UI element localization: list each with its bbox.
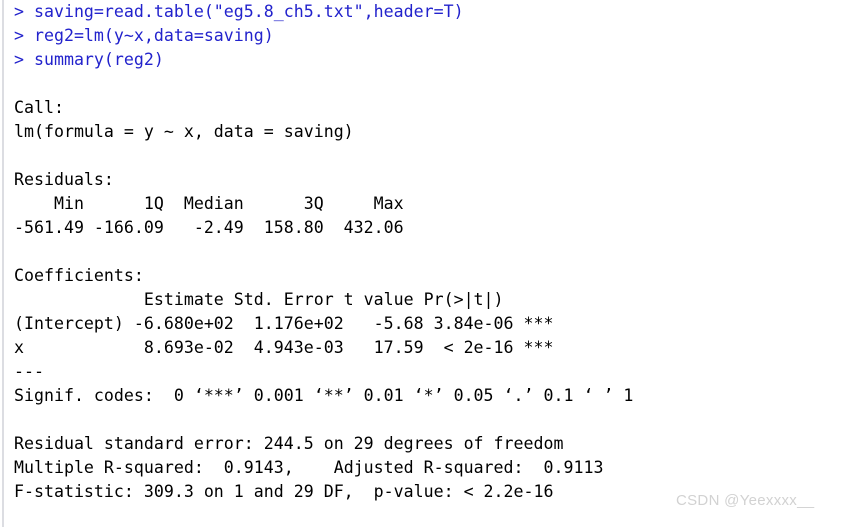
console-output-line: Estimate Std. Error t value Pr(>|t|) (14, 290, 504, 309)
console-input-line: > summary(reg2) (14, 50, 164, 69)
console-output-line: Signif. codes: 0 ‘***’ 0.001 ‘**’ 0.01 ‘… (14, 386, 634, 405)
console-output-line: --- (14, 362, 44, 381)
console-input-line: > reg2=lm(y~x,data=saving) (14, 26, 274, 45)
console-output-line: x 8.693e-02 4.943e-03 17.59 < 2e-16 *** (14, 338, 554, 357)
console-left-gutter-rule (2, 0, 4, 527)
console-output-line: lm(formula = y ~ x, data = saving) (14, 122, 354, 141)
console-output-line: Residual standard error: 244.5 on 29 deg… (14, 434, 564, 453)
console-input-line: > saving=read.table("eg5.8_ch5.txt",head… (14, 2, 464, 21)
console-output-line: (Intercept) -6.680e+02 1.176e+02 -5.68 3… (14, 314, 554, 333)
csdn-watermark: CSDN @Yeexxxx__ (676, 492, 815, 509)
console-line-list: > saving=read.table("eg5.8_ch5.txt",head… (14, 0, 858, 527)
r-console-output: > saving=read.table("eg5.8_ch5.txt",head… (0, 0, 858, 527)
console-output-line: Residuals: (14, 170, 114, 189)
console-output-line: Min 1Q Median 3Q Max (14, 194, 404, 213)
console-output-line: Coefficients: (14, 266, 144, 285)
console-output-line: Multiple R-squared: 0.9143, Adjusted R-s… (14, 458, 604, 477)
console-output-line: Call: (14, 98, 64, 117)
console-output-line: -561.49 -166.09 -2.49 158.80 432.06 (14, 218, 404, 237)
